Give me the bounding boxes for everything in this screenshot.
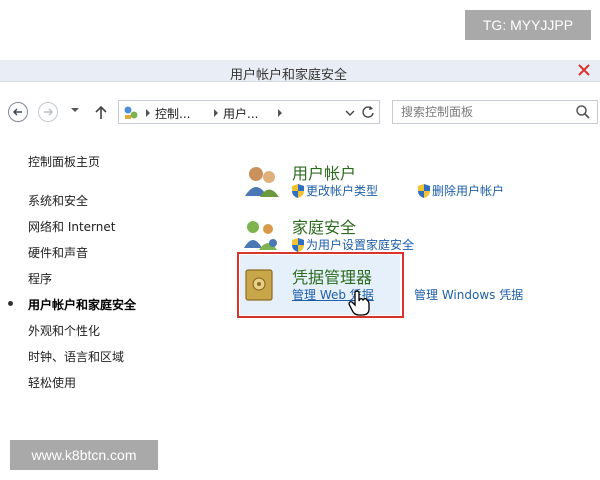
category-title-user-accounts[interactable]: 用户帐户 [292, 160, 356, 184]
search-icon[interactable] [575, 104, 591, 120]
navigation-bar: 控制... 用户... [0, 96, 600, 132]
close-icon[interactable] [576, 62, 592, 78]
sidebar-item-user-accounts[interactable]: 用户帐户和家庭安全 [28, 296, 136, 313]
recent-locations-chevron-icon[interactable] [70, 106, 80, 114]
breadcrumb-separator-icon [278, 109, 282, 117]
delete-user-account-link[interactable]: 删除用户帐户 [418, 182, 504, 199]
refresh-icon[interactable] [361, 105, 375, 119]
sidebar-item-system-security[interactable]: 系统和安全 [28, 192, 88, 209]
sidebar-item-ease-of-access[interactable]: 轻松使用 [28, 374, 76, 391]
up-arrow-icon[interactable] [94, 104, 108, 120]
family-safety-icon [244, 221, 277, 250]
search-input[interactable] [393, 101, 563, 123]
address-bar[interactable]: 控制... 用户... [118, 100, 380, 124]
back-button[interactable] [8, 102, 28, 122]
watermark-bottom: www.k8btcn.com [10, 440, 158, 470]
set-family-safety-link[interactable]: 为用户设置家庭安全 [292, 236, 414, 253]
sidebar-item-programs[interactable]: 程序 [28, 270, 52, 287]
sidebar-home-link[interactable]: 控制面板主页 [28, 153, 100, 170]
sidebar-item-appearance[interactable]: 外观和个性化 [28, 322, 100, 339]
hand-cursor-icon [348, 290, 370, 316]
uac-shield-icon [418, 184, 430, 198]
uac-shield-icon [292, 184, 304, 198]
arrow-left-icon [12, 108, 22, 116]
set-family-safety-label: 为用户设置家庭安全 [306, 238, 415, 252]
window-title: 用户帐户和家庭安全 [230, 68, 348, 82]
breadcrumb-control-panel[interactable]: 控制... [155, 105, 190, 122]
breadcrumb-separator-icon [146, 109, 150, 117]
address-dropdown-chevron-icon[interactable] [345, 110, 355, 117]
window-titlebar: 用户帐户和家庭安全 [0, 60, 600, 82]
control-panel-icon [124, 106, 138, 119]
search-box [392, 100, 598, 124]
arrow-right-icon [44, 108, 54, 116]
forward-button[interactable] [38, 102, 58, 122]
breadcrumb-separator-icon [214, 109, 218, 117]
active-item-bullet [8, 301, 13, 306]
sidebar-item-clock-language[interactable]: 时钟、语言和区域 [28, 348, 124, 365]
user-accounts-icon [245, 167, 279, 197]
breadcrumb-user-accounts[interactable]: 用户... [223, 105, 258, 122]
highlight-box [237, 252, 404, 318]
watermark-top: TG: MYYJJPP [465, 10, 591, 40]
delete-user-account-label: 删除用户帐户 [432, 184, 505, 198]
change-account-type-link[interactable]: 更改帐户类型 [292, 182, 378, 199]
category-title-family-safety[interactable]: 家庭安全 [292, 214, 356, 238]
manage-windows-credentials-link[interactable]: 管理 Windows 凭据 [414, 286, 523, 303]
change-account-type-label: 更改帐户类型 [306, 184, 379, 198]
sidebar-item-hardware-sound[interactable]: 硬件和声音 [28, 244, 88, 261]
uac-shield-icon [292, 238, 304, 252]
sidebar-item-network-internet[interactable]: 网络和 Internet [28, 218, 115, 235]
